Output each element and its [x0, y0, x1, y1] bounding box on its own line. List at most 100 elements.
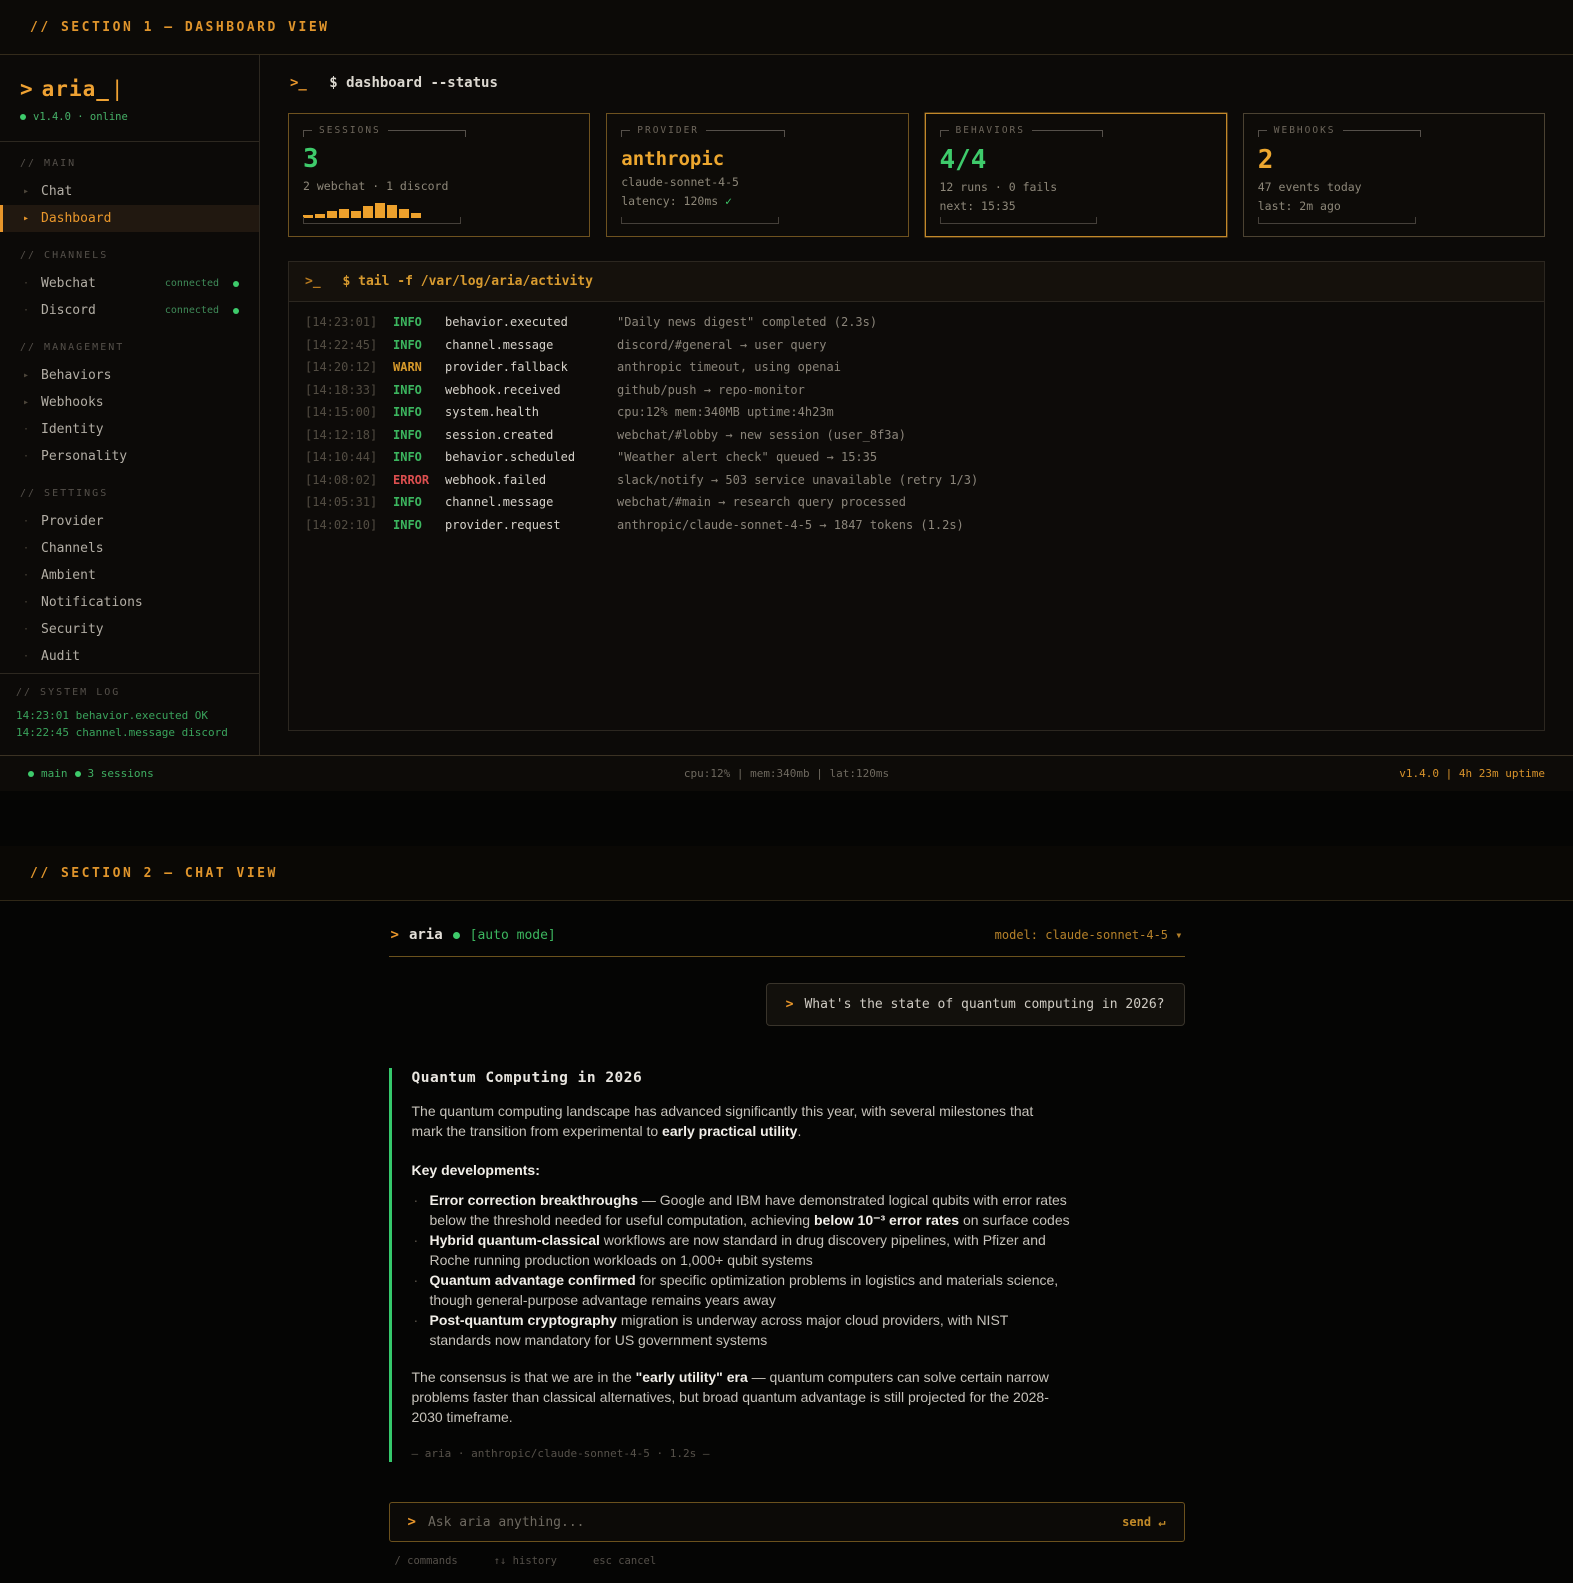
- log-row: [14:18:33] INFO webhook.received github/pus…: [305, 382, 805, 397]
- system-log-entry: 14:23:01 behavior.executed OK: [16, 708, 209, 722]
- sidebar-item-label: Channels: [41, 541, 104, 556]
- webhooks-events: 47 events today: [1257, 179, 1362, 194]
- nav-group-settings: // SETTINGS: [20, 488, 109, 499]
- sidebar-item-notifications[interactable]: · Notifications: [0, 589, 259, 616]
- nav-group-channels: // CHANNELS: [20, 250, 109, 261]
- section-1-header: // SECTION 1 — DASHBOARD VIEW: [0, 0, 1573, 55]
- card-frame-top: WEBHOOKS: [1257, 125, 1422, 137]
- section-2-header: // SECTION 2 — CHAT VIEW: [0, 846, 1573, 901]
- bullet-item: · Post-quantum cryptography migration is …: [413, 1312, 1009, 1349]
- card-provider[interactable]: PROVIDER anthropic claude-sonnet-4-5 lat…: [606, 113, 909, 237]
- webhooks-count: 2: [1257, 145, 1274, 175]
- section-2-chat: // SECTION 2 — CHAT VIEW > aria [auto mo…: [0, 846, 1573, 1583]
- sidebar-nav: // MAIN ▸ Chat ▸ Dashboard // CHANNELS ·…: [0, 142, 259, 673]
- terminal-prompt-icon: >_: [290, 75, 307, 91]
- arrow-icon: ▸: [23, 370, 30, 381]
- activity-log-header: >_ $ tail -f /var/log/aria/activity: [289, 262, 1544, 302]
- sessions-sparkline-chart: [303, 203, 575, 218]
- user-message-text: What's the state of quantum computing in…: [804, 997, 1165, 1012]
- user-message: > What's the state of quantum computing i…: [765, 983, 1185, 1026]
- sessions-breakdown: 2 webchat · 1 discord: [303, 178, 449, 193]
- arrow-icon: ▸: [23, 397, 30, 408]
- key-developments-heading: Key developments:: [411, 1162, 540, 1179]
- sidebar-item-label: Ambient: [41, 568, 96, 583]
- sidebar-item-label: Security: [41, 622, 104, 637]
- dot-marker-icon: ·: [23, 278, 30, 289]
- terminal-prompt-icon: >_: [305, 274, 321, 289]
- card-sessions[interactable]: SESSIONS 3 2 webchat · 1 discord: [288, 113, 591, 237]
- chat-input[interactable]: [427, 1514, 1123, 1530]
- tail-command-text: $ tail -f /var/log/aria/activity: [342, 274, 593, 289]
- activity-log-rows: [14:23:01] INFO behavior.executed "Daily ne…: [289, 302, 1544, 545]
- sidebar-item-behaviors[interactable]: ▸ Behaviors: [0, 362, 259, 389]
- connection-status: connected: [164, 305, 219, 316]
- response-outro: The consensus is that we are in the "ear…: [411, 1369, 1049, 1426]
- sidebar-item-label: Notifications: [41, 595, 143, 610]
- arrow-icon: ▸: [23, 186, 30, 197]
- chat-input-box[interactable]: > send ↵: [388, 1502, 1185, 1543]
- card-title: PROVIDER: [630, 125, 707, 136]
- log-row: [14:23:01] INFO behavior.executed "Daily ne…: [305, 315, 878, 329]
- dashboard-main: >_ $ dashboard --status SESSIONS 3 2 web…: [260, 55, 1573, 755]
- section-1-title: // SECTION 1 — DASHBOARD VIEW: [30, 19, 330, 35]
- dot-marker-icon: ·: [23, 624, 30, 635]
- sidebar-item-label: Webhooks: [41, 395, 104, 410]
- sidebar-item-label: Discord: [41, 303, 96, 318]
- assistant-message: Quantum Computing in 2026 The quantum co…: [388, 1068, 1185, 1463]
- connection-status: connected: [164, 278, 219, 289]
- card-behaviors[interactable]: BEHAVIORS 4/4 12 runs · 0 fails next: 15…: [924, 113, 1227, 237]
- status-bar-uptime: v1.4.0 | 4h 23m uptime: [1399, 767, 1545, 780]
- provider-name: anthropic: [621, 148, 725, 170]
- sidebar-item-webhooks[interactable]: ▸ Webhooks: [0, 389, 259, 416]
- sidebar-item-discord[interactable]: · Discord connected: [0, 297, 259, 324]
- sidebar-item-label: Personality: [41, 449, 128, 464]
- card-webhooks[interactable]: WEBHOOKS 2 47 events today last: 2m ago: [1242, 113, 1545, 237]
- nav-group-management: // MANAGEMENT: [20, 342, 125, 353]
- dot-marker-icon: ·: [23, 570, 30, 581]
- prompt-chevron-icon: >: [20, 77, 34, 101]
- sidebar-item-label: Behaviors: [41, 368, 112, 383]
- agent-name: aria: [408, 927, 443, 943]
- log-row: [14:15:00] INFO system.health cpu:12% mem:3…: [305, 405, 834, 419]
- sidebar-item-dashboard[interactable]: ▸ Dashboard: [0, 205, 259, 232]
- provider-latency: latency: 120ms ✓: [621, 194, 733, 209]
- dot-marker-icon: ·: [23, 651, 30, 662]
- sidebar-item-personality[interactable]: · Personality: [0, 443, 259, 470]
- response-bullets: · Error correction breakthroughs — Google…: [412, 1190, 1072, 1350]
- dot-marker-icon: ·: [23, 543, 30, 554]
- sidebar-item-label: Audit: [41, 649, 81, 664]
- sidebar-item-audit[interactable]: · Audit: [0, 643, 259, 670]
- status-bar: main 3 sessions cpu:12% | mem:340mb | la…: [0, 755, 1573, 791]
- text-cursor: |: [110, 77, 125, 101]
- card-frame-bottom: [1257, 217, 1416, 224]
- section-divider: [0, 791, 1573, 846]
- behaviors-ratio: 4/4: [939, 145, 987, 175]
- dot-marker-icon: ·: [23, 597, 30, 608]
- prompt-chevron-icon: >: [785, 997, 794, 1012]
- connected-dot-icon: [233, 280, 239, 287]
- sidebar-item-security[interactable]: · Security: [0, 616, 259, 643]
- bullet-item: · Quantum advantage confirmed for specifi…: [413, 1272, 1059, 1309]
- bullet-icon: ·: [413, 1232, 419, 1249]
- hint-cancel: esc cancel: [592, 1555, 657, 1568]
- response-title: Quantum Computing in 2026: [411, 1070, 643, 1086]
- version-text: v1.4.0 · online: [33, 111, 128, 123]
- provider-model: claude-sonnet-4-5: [621, 174, 739, 189]
- brand-block: > aria_| v1.4.0 · online: [0, 55, 259, 142]
- bullet-icon: ·: [413, 1312, 419, 1329]
- card-title: BEHAVIORS: [948, 125, 1032, 136]
- bullet-icon: ·: [413, 1192, 419, 1209]
- response-intro: The quantum computing landscape has adva…: [411, 1103, 1034, 1140]
- sidebar-item-label: Webchat: [41, 276, 96, 291]
- sidebar-item-webchat[interactable]: · Webchat connected: [0, 270, 259, 297]
- connected-dot-icon: [233, 307, 239, 314]
- model-selector[interactable]: model: claude-sonnet-4-5 ▾: [995, 928, 1183, 942]
- response-meta: — aria · anthropic/claude-sonnet-4-5 · 1…: [411, 1447, 710, 1461]
- sidebar-item-identity[interactable]: · Identity: [0, 416, 259, 443]
- bullet-icon: ·: [413, 1272, 419, 1289]
- send-button[interactable]: send ↵: [1122, 1515, 1165, 1529]
- sidebar-item-channels[interactable]: · Channels: [0, 535, 259, 562]
- sidebar-item-ambient[interactable]: · Ambient: [0, 562, 259, 589]
- sidebar-item-chat[interactable]: ▸ Chat: [0, 178, 259, 205]
- sidebar-item-provider[interactable]: · Provider: [0, 508, 259, 535]
